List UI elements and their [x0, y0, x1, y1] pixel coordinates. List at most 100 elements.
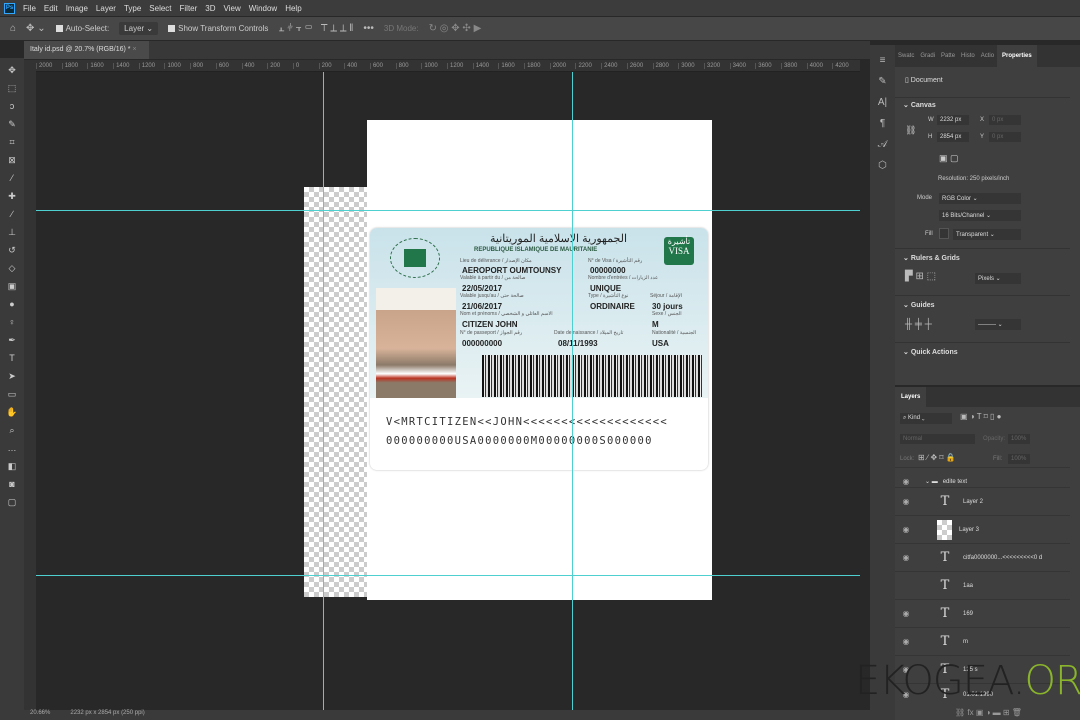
- canvas-area[interactable]: الجمهورية الاسلامية الموريتانية REPUBLIQ…: [36, 72, 860, 710]
- character-icon[interactable]: A|: [878, 97, 887, 108]
- menu-filter[interactable]: Filter: [180, 4, 198, 13]
- fill-dropdown[interactable]: Transparent ⌄: [953, 229, 1021, 240]
- layer-row[interactable]: ◉ Tcitfa0000000...<<<<<<<<<0 d: [895, 543, 1070, 571]
- tab-layers[interactable]: Layers: [895, 387, 927, 407]
- menu-select[interactable]: Select: [149, 4, 171, 13]
- tab-gradients[interactable]: Gradi: [917, 53, 938, 59]
- mode-dropdown[interactable]: RGB Color ⌄: [939, 193, 1021, 204]
- zoom-tool-icon[interactable]: ⌕: [5, 424, 19, 436]
- document-tab[interactable]: Italy id.psd @ 20.7% (RGB/16) * ×: [24, 41, 149, 59]
- move-tool-icon[interactable]: ✥: [5, 64, 19, 76]
- color-swatches-icon[interactable]: ◧: [5, 460, 19, 472]
- tab-history[interactable]: Histo: [958, 53, 978, 59]
- canvas-section[interactable]: ⌄ Canvas: [895, 97, 1070, 109]
- filter-icons[interactable]: ▣ ◑ T ⌑ ▯ ●: [960, 412, 1001, 421]
- marquee-tool-icon[interactable]: ⬚: [5, 82, 19, 94]
- zoom-level[interactable]: 20.66%: [30, 710, 50, 720]
- 3d-tools-icons[interactable]: ↻ ◎ ✥ ✣ ▶: [429, 23, 482, 34]
- more-tools-icon[interactable]: …: [5, 442, 19, 454]
- tab-actions[interactable]: Actio: [978, 53, 997, 59]
- 3d-icon[interactable]: ⬡: [878, 160, 887, 171]
- rectangle-tool-icon[interactable]: ▭: [5, 388, 19, 400]
- pen-tool-icon[interactable]: ✒: [5, 334, 19, 346]
- layer-row[interactable]: ◉ Tm: [895, 627, 1070, 655]
- portrait-orientation-icon[interactable]: ▣ ▢: [939, 153, 959, 164]
- screen-mode-icon[interactable]: ▢: [5, 496, 19, 508]
- guide-horizontal[interactable]: [36, 210, 860, 211]
- quick-mask-icon[interactable]: ◙: [5, 478, 19, 490]
- menu-3d[interactable]: 3D: [205, 4, 215, 13]
- guides-section[interactable]: ⌄ Guides: [895, 295, 1070, 309]
- opacity-field[interactable]: 100%: [1008, 434, 1030, 444]
- units-dropdown[interactable]: Pixels ⌄: [975, 273, 1021, 284]
- tab-patterns[interactable]: Patte: [938, 53, 958, 59]
- layer-row[interactable]: ◉ T Layer 2: [895, 487, 1070, 515]
- brush-settings-icon[interactable]: ≡: [880, 55, 886, 66]
- guide-vertical[interactable]: [572, 72, 573, 710]
- stamp-tool-icon[interactable]: ⊥: [5, 226, 19, 238]
- lock-icons[interactable]: ⊞ ∕ ✥ ⌑ 🔒: [918, 453, 956, 462]
- auto-select-target-dropdown[interactable]: Layer ⌄: [119, 22, 159, 35]
- dodge-tool-icon[interactable]: ♀: [5, 316, 19, 328]
- hand-tool-icon[interactable]: ✋: [5, 406, 19, 418]
- link-icon[interactable]: ⛓: [905, 125, 916, 136]
- guide-horizontal[interactable]: [36, 575, 860, 576]
- layer-actions-bar[interactable]: ⛓ fx ▣ ◑ ▬ ⊞ 🗑: [955, 708, 1022, 717]
- layer-row[interactable]: ◉ T 169: [895, 599, 1070, 627]
- type-tool-icon[interactable]: T: [5, 352, 19, 364]
- move-tool-icon[interactable]: ✥ ⌄: [26, 23, 46, 34]
- more-options-button[interactable]: •••: [363, 23, 374, 34]
- show-transform-checkbox[interactable]: Show Transform Controls: [168, 24, 268, 33]
- layer-row[interactable]: ◉ Layer 3: [895, 515, 1070, 543]
- rulers-grids-section[interactable]: ⌄ Rulers & Grids: [895, 248, 1070, 262]
- lasso-tool-icon[interactable]: ↄ: [5, 100, 19, 112]
- visibility-eye-icon[interactable]: ◉: [895, 525, 917, 534]
- close-tab-icon[interactable]: ×: [132, 46, 136, 53]
- blend-mode-dropdown[interactable]: Normal: [900, 434, 975, 444]
- visibility-eye-icon[interactable]: ◉: [895, 477, 917, 486]
- menu-file[interactable]: File: [23, 4, 36, 13]
- height-field[interactable]: 2854 px: [937, 132, 969, 142]
- visibility-eye-icon[interactable]: ◉: [895, 553, 917, 562]
- auto-select-checkbox[interactable]: Auto-Select:: [55, 24, 109, 33]
- fill-field[interactable]: 100%: [1008, 454, 1030, 464]
- layer-filter-dropdown[interactable]: ⌕ Kind ⌄: [900, 413, 952, 424]
- glyphs-icon[interactable]: 𝒜: [878, 139, 887, 150]
- x-field[interactable]: 0 px: [989, 115, 1021, 125]
- menu-type[interactable]: Type: [124, 4, 141, 13]
- tab-swatches[interactable]: Swatc: [895, 53, 917, 59]
- y-field[interactable]: 0 px: [989, 132, 1021, 142]
- eyedropper-tool-icon[interactable]: ⁄: [5, 172, 19, 184]
- visibility-eye-icon[interactable]: ◉: [895, 609, 917, 618]
- fill-swatch[interactable]: [939, 228, 949, 239]
- eraser-tool-icon[interactable]: ◇: [5, 262, 19, 274]
- quick-actions-section[interactable]: ⌄ Quick Actions: [895, 342, 1070, 356]
- frame-tool-icon[interactable]: ⊠: [5, 154, 19, 166]
- layer-row[interactable]: T 1aa: [895, 571, 1070, 599]
- menu-view[interactable]: View: [224, 4, 241, 13]
- paragraph-icon[interactable]: ¶: [880, 118, 885, 129]
- width-field[interactable]: 2232 px: [937, 115, 969, 125]
- menu-window[interactable]: Window: [249, 4, 277, 13]
- guide-style-dropdown[interactable]: ——— ⌄: [975, 319, 1021, 330]
- tab-properties[interactable]: Properties: [997, 45, 1037, 67]
- align-icons[interactable]: ⫠ ⫩ ⫟ ▭ ⊤ ⊥ ⊥ ‖: [278, 23, 353, 34]
- history-brush-icon[interactable]: ↺: [5, 244, 19, 256]
- gradient-tool-icon[interactable]: ▣: [5, 280, 19, 292]
- brushes-icon[interactable]: ✎: [878, 76, 886, 87]
- guide-vertical[interactable]: [323, 72, 324, 710]
- menu-layer[interactable]: Layer: [96, 4, 116, 13]
- ruler-grid-icons[interactable]: ▛ ⊞ ⬚: [905, 271, 936, 282]
- guides-icons[interactable]: ╫ ╪ ┼: [905, 319, 932, 330]
- crop-tool-icon[interactable]: ⌗: [5, 136, 19, 148]
- brush-tool-icon[interactable]: ∕: [5, 208, 19, 220]
- menu-edit[interactable]: Edit: [44, 4, 58, 13]
- menu-help[interactable]: Help: [285, 4, 301, 13]
- quick-select-tool-icon[interactable]: ✎: [5, 118, 19, 130]
- visibility-eye-icon[interactable]: ◉: [895, 637, 917, 646]
- blur-tool-icon[interactable]: ●: [5, 298, 19, 310]
- healing-tool-icon[interactable]: ✚: [5, 190, 19, 202]
- bit-depth-dropdown[interactable]: 16 Bits/Channel ⌄: [939, 210, 1021, 221]
- visibility-eye-icon[interactable]: ◉: [895, 497, 917, 506]
- home-icon[interactable]: ⌂: [10, 23, 16, 34]
